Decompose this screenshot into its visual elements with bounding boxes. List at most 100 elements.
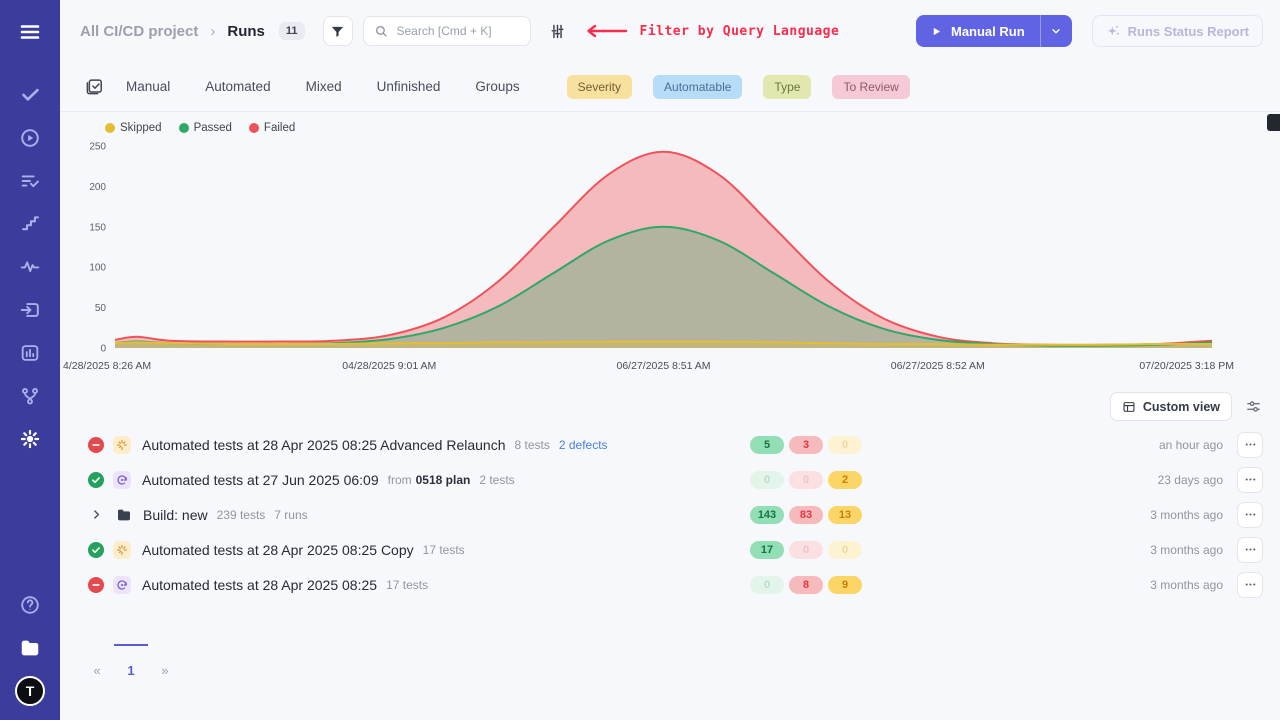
chips: Severity Automatable Type To Review: [567, 75, 910, 99]
chevron-down-icon: [1050, 25, 1062, 37]
main-content: All CI/CD project › Runs 11 Filter b: [60, 0, 1280, 678]
legend-item-failed[interactable]: Failed: [249, 122, 295, 134]
row-menu-button[interactable]: [1237, 467, 1263, 493]
list-check-icon: [19, 170, 41, 192]
sidebar: T: [0, 0, 60, 720]
search-icon: [374, 24, 388, 38]
chip-automatable[interactable]: Automatable: [653, 75, 742, 99]
runs-status-report-button[interactable]: Runs Status Report: [1092, 15, 1263, 47]
svg-text:200: 200: [89, 182, 106, 193]
run-meta: 239 tests: [217, 508, 266, 522]
count-badge-red: 0: [789, 471, 823, 489]
sidebar-bottom: T: [0, 583, 60, 712]
steps-icon: [20, 213, 41, 234]
sidebar-item-checks[interactable]: [0, 73, 60, 116]
breadcrumb-project[interactable]: All CI/CD project: [80, 23, 198, 40]
result-badges: 1438313: [750, 506, 862, 524]
breadcrumb-separator: ›: [210, 23, 215, 40]
menu-icon[interactable]: [0, 10, 60, 54]
count-badge-yellow: 0: [828, 436, 862, 454]
tab-mixed[interactable]: Mixed: [306, 79, 342, 94]
svg-text:50: 50: [95, 303, 107, 314]
run-title: Automated tests at 28 Apr 2025 08:25 Adv…: [142, 437, 505, 453]
plan-cycle-icon: [113, 471, 131, 489]
sidebar-item-settings[interactable]: [0, 417, 60, 460]
run-row[interactable]: Automated tests at 28 Apr 2025 08:25 Cop…: [60, 532, 1280, 567]
tab-manual[interactable]: Manual: [126, 79, 170, 94]
svg-text:150: 150: [89, 222, 106, 233]
legend-item-passed[interactable]: Passed: [179, 122, 232, 134]
manual-run-button[interactable]: Manual Run: [916, 15, 1040, 47]
sidebar-item-imports[interactable]: [0, 288, 60, 331]
scrollbar-thumb[interactable]: [1267, 114, 1280, 131]
count-badge-yellow: 2: [828, 471, 862, 489]
sidebar-item-integrations[interactable]: [0, 374, 60, 417]
filter-funnel-button[interactable]: [323, 16, 353, 46]
check-icon: [20, 84, 41, 105]
run-row[interactable]: Automated tests at 28 Apr 2025 08:2517 t…: [60, 567, 1280, 602]
sidebar-item-milestones[interactable]: [0, 202, 60, 245]
svg-text:0: 0: [100, 344, 106, 355]
manual-run-dropdown-button[interactable]: [1040, 15, 1072, 47]
search-input[interactable]: [395, 23, 520, 39]
pagination-page-1[interactable]: 1: [114, 644, 148, 678]
run-title: Automated tests at 28 Apr 2025 08:25 Cop…: [142, 542, 414, 558]
legend-item-skipped[interactable]: Skipped: [105, 122, 162, 134]
chip-type[interactable]: Type: [763, 75, 811, 99]
plan-cycle-icon: [113, 576, 131, 594]
ellipsis-icon: [1244, 543, 1257, 556]
svg-text:07/20/2025 3:18 PM: 07/20/2025 3:18 PM: [1139, 360, 1234, 372]
sidebar-item-help[interactable]: [0, 583, 60, 626]
svg-text:04/28/2025 9:01 AM: 04/28/2025 9:01 AM: [342, 360, 436, 372]
run-timestamp: 3 months ago: [1150, 578, 1223, 592]
count-badge-green: 17: [750, 541, 784, 559]
app-window: T All CI/CD project › Runs 11: [0, 0, 1280, 720]
row-menu-button[interactable]: [1237, 432, 1263, 458]
run-row[interactable]: Automated tests at 28 Apr 2025 08:25 Adv…: [60, 427, 1280, 462]
row-menu-button[interactable]: [1237, 537, 1263, 563]
branch-icon: [19, 385, 41, 407]
report-icon: [19, 342, 41, 364]
group-row[interactable]: Build: new239 tests7 runs 1438313 3 mont…: [60, 497, 1280, 532]
view-settings-icon[interactable]: [1245, 398, 1262, 415]
import-icon: [19, 299, 41, 321]
pagination-next[interactable]: »: [148, 644, 182, 678]
count-badge-yellow: 0: [828, 541, 862, 559]
ellipsis-icon: [1244, 578, 1257, 591]
annotation-text: Filter by Query Language: [640, 24, 840, 39]
result-badges: 1700: [750, 541, 862, 559]
sidebar-item-activity[interactable]: [0, 245, 60, 288]
run-title: Automated tests at 27 Jun 2025 06:09: [142, 472, 379, 488]
sidebar-item-runs[interactable]: [0, 116, 60, 159]
app-logo[interactable]: T: [0, 669, 60, 712]
play-circle-icon: [19, 127, 41, 149]
pagination: « 1 »: [80, 644, 1280, 678]
count-badge-red: 3: [789, 436, 823, 454]
query-language-filter-icon[interactable]: [549, 23, 566, 40]
status-passed-icon: [88, 472, 104, 488]
row-menu-button[interactable]: [1237, 502, 1263, 528]
custom-view-button[interactable]: Custom view: [1110, 392, 1232, 421]
chart-legend: Skipped Passed Failed: [105, 122, 1280, 134]
sidebar-item-projects[interactable]: [0, 626, 60, 669]
row-menu-button[interactable]: [1237, 572, 1263, 598]
chip-to-review[interactable]: To Review: [832, 75, 909, 99]
tab-groups[interactable]: Groups: [475, 79, 519, 94]
run-meta: from: [388, 473, 412, 487]
run-meta: 17 tests: [423, 543, 465, 557]
defects-link[interactable]: 2 defects: [559, 438, 608, 452]
chevron-right-icon[interactable]: [90, 508, 103, 521]
pagination-prev[interactable]: «: [80, 644, 114, 678]
chip-severity[interactable]: Severity: [567, 75, 632, 99]
count-badge-yellow: 9: [828, 576, 862, 594]
legend-dot-icon: [249, 123, 259, 133]
tab-automated[interactable]: Automated: [205, 79, 270, 94]
saved-views-icon[interactable]: [85, 77, 104, 96]
search-box[interactable]: [363, 16, 531, 46]
run-row[interactable]: Automated tests at 27 Jun 2025 06:09 from…: [60, 462, 1280, 497]
chart-section: SkippedPassedFailed 0501001502002504/28/…: [60, 122, 1280, 378]
tab-unfinished[interactable]: Unfinished: [377, 79, 441, 94]
sidebar-item-test-cases[interactable]: [0, 159, 60, 202]
sidebar-item-reports[interactable]: [0, 331, 60, 374]
help-icon: [19, 594, 41, 616]
